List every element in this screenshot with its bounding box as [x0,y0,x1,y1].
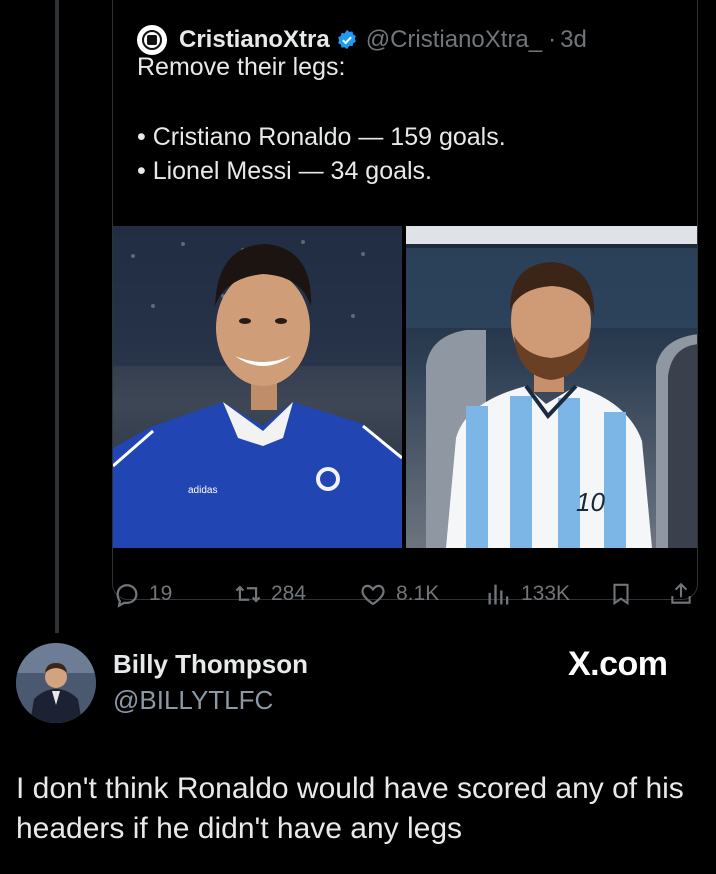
ronaldo-photo[interactable]: adidas [113,226,402,548]
quoted-tweet-text-line: Remove their legs: [137,53,346,81]
tweet-media[interactable]: adidas 10 [113,226,697,548]
share-button[interactable] [668,580,694,608]
quoted-tweet-time[interactable]: 3d [560,26,587,54]
views-icon [488,584,509,605]
repost-icon [235,585,261,603]
verified-badge-icon [337,29,356,50]
quoted-tweet-text-line: • Cristiano Ronaldo — 159 goals. [137,123,506,151]
views-button[interactable]: 133K [485,580,570,608]
quoted-tweet-card[interactable]: CristianoXtra @CristianoXtra_ · 3d Remov… [112,0,698,600]
repost-count: 284 [271,582,307,605]
bookmark-button[interactable] [608,580,634,608]
like-button[interactable]: 8.1K [358,580,439,608]
quoted-tweet-text-line: • Lionel Messi — 34 goals. [137,157,433,185]
like-icon [361,584,385,606]
views-count: 133K [521,582,571,605]
reply-text: I don't think Ronaldo would have scored … [16,772,684,845]
separator-dot: · [548,26,557,53]
reply-author-avatar[interactable] [16,643,96,723]
svg-text:10: 10 [576,487,605,517]
quoted-tweet-header: CristianoXtra @CristianoXtra_ · 3d [137,25,587,55]
tweet-action-bar: 19 284 8.1K 133K [0,580,716,620]
repost-button[interactable]: 284 [233,580,306,608]
messi-photo[interactable]: 10 [406,226,697,548]
quoted-author-handle[interactable]: @CristianoXtra_ [366,26,542,54]
svg-text:adidas: adidas [188,485,217,496]
like-count: 8.1K [396,582,440,605]
reply-author-handle[interactable]: @BILLYTLFC [113,685,273,716]
reply-icon [116,584,138,608]
quoted-author-name[interactable]: CristianoXtra [179,26,330,54]
thread-connector-line [55,0,59,633]
share-icon [671,582,691,604]
reply-author-name[interactable]: Billy Thompson [113,649,308,680]
bookmark-icon [613,583,629,606]
reply-button[interactable]: 19 [113,580,172,608]
reply-count: 19 [149,582,173,605]
quoted-author-avatar[interactable] [137,25,167,55]
reply-tweet[interactable]: Billy Thompson @BILLYTLFC X.com I don't … [0,633,716,874]
x-com-watermark: X.com [568,645,668,683]
